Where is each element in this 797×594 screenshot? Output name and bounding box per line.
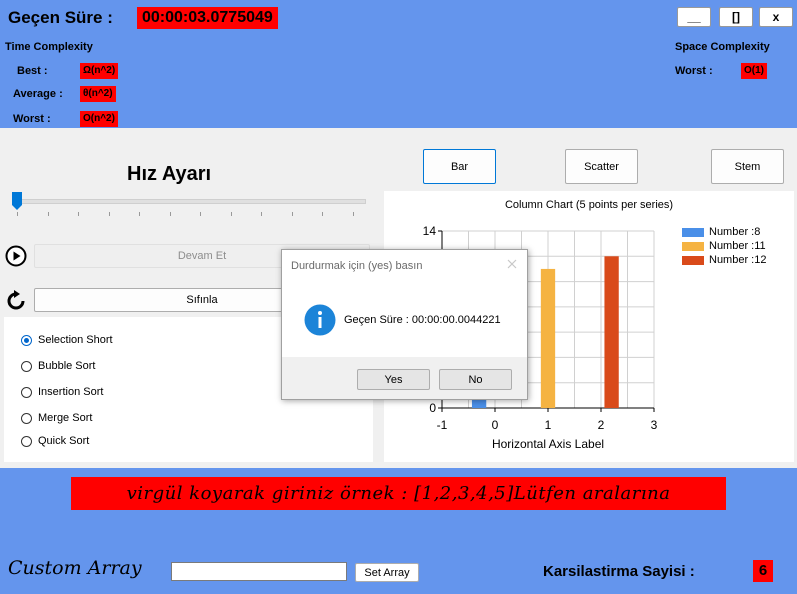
- speed-slider[interactable]: [12, 192, 366, 218]
- x-tick-label: -1: [437, 418, 448, 432]
- stop-dialog: Durdurmak için (yes) basın Geçen Süre : …: [281, 249, 528, 400]
- dialog-title: Durdurmak için (yes) basın: [291, 260, 423, 272]
- legend-swatch: [682, 241, 704, 251]
- worst-case-value: O(n^2): [80, 111, 118, 127]
- legend-item: Number :11: [682, 240, 766, 252]
- legend-label: Number :12: [709, 254, 767, 266]
- slider-tick: [291, 212, 293, 216]
- close-button[interactable]: x: [759, 7, 793, 27]
- info-icon: [304, 304, 336, 336]
- algorithm-label: Bubble Sort: [38, 360, 96, 372]
- set-array-button[interactable]: Set Array: [355, 563, 419, 582]
- x-tick-label: 3: [651, 418, 658, 432]
- comparisons-value: 6: [753, 560, 773, 582]
- algorithm-label: Selection Short: [38, 334, 113, 346]
- legend-swatch: [682, 227, 704, 237]
- time-complexity-title: Time Complexity: [5, 41, 93, 53]
- elapsed-time-label: Geçen Süre :: [8, 8, 113, 27]
- algorithm-option[interactable]: Insertion Sort: [21, 386, 103, 398]
- algorithm-option[interactable]: Bubble Sort: [21, 360, 95, 372]
- x-tick-label: 1: [545, 418, 552, 432]
- dialog-message: Geçen Süre : 00:00:00.0044221: [344, 314, 501, 326]
- algorithm-option[interactable]: Selection Short: [21, 334, 113, 346]
- y-tick-label: 0: [429, 401, 436, 415]
- comparisons-label: Karsilastirma Sayisi :: [543, 563, 695, 580]
- radio-button[interactable]: [21, 435, 32, 447]
- custom-array-input[interactable]: [171, 562, 347, 581]
- legend-item: Number :12: [682, 254, 766, 266]
- worst-case-label: Worst :: [13, 113, 51, 125]
- algorithm-option[interactable]: Merge Sort: [21, 412, 92, 424]
- slider-thumb[interactable]: [12, 192, 22, 210]
- dialog-no-button[interactable]: No: [439, 369, 512, 390]
- algorithm-label: Insertion Sort: [38, 386, 104, 398]
- slider-tick: [169, 212, 171, 216]
- space-worst-value: O(1): [741, 63, 767, 79]
- average-case-label: Average :: [13, 88, 63, 100]
- slider-tick: [322, 212, 323, 216]
- average-case-value: θ(n^2): [80, 86, 116, 102]
- slider-tick: [47, 212, 49, 216]
- speed-title: Hız Ayarı: [127, 163, 212, 185]
- minimize-button[interactable]: __: [677, 7, 711, 27]
- algorithm-label: Quick Sort: [38, 435, 90, 447]
- slider-tick: [78, 212, 79, 216]
- x-tick-label: 0: [492, 418, 499, 432]
- bar-chart-button[interactable]: Bar: [423, 149, 496, 184]
- reset-icon[interactable]: [4, 289, 28, 313]
- dialog-close-icon[interactable]: [504, 256, 520, 272]
- legend-item: Number :8: [682, 226, 760, 238]
- chart-x-axis-label: Horizontal Axis Label: [491, 437, 605, 451]
- slider-tick: [352, 212, 354, 216]
- stem-chart-button[interactable]: Stem: [711, 149, 784, 184]
- slider-tick: [200, 212, 201, 216]
- radio-button[interactable]: [21, 360, 32, 372]
- slider-tick: [108, 212, 110, 216]
- radio-button[interactable]: [21, 334, 32, 346]
- slider-tick: [230, 212, 232, 216]
- x-tick-label: 2: [598, 418, 605, 432]
- slider-tick: [17, 212, 18, 216]
- maximize-button[interactable]: []: [719, 7, 753, 27]
- space-worst-label: Worst :: [675, 65, 713, 77]
- radio-button[interactable]: [21, 412, 32, 424]
- chart-bar: [604, 256, 619, 408]
- best-case-value: Ω(n^2): [80, 63, 119, 79]
- elapsed-time-value: 00:00:03.0775049: [137, 7, 278, 29]
- best-case-label: Best :: [17, 65, 48, 77]
- slider-track: [12, 199, 366, 204]
- chart-bar: [540, 268, 556, 408]
- input-hint-banner: virgül koyarak giriniz örnek : [1,2,3,4,…: [71, 477, 726, 510]
- legend-swatch: [682, 255, 704, 265]
- algorithm-option[interactable]: Quick Sort: [21, 435, 89, 447]
- legend-label: Number :8: [709, 226, 761, 238]
- scatter-chart-button[interactable]: Scatter: [565, 149, 638, 184]
- y-tick-label: 14: [423, 224, 437, 238]
- slider-tick: [139, 212, 140, 216]
- play-icon[interactable]: [5, 245, 27, 267]
- space-complexity-title: Space Complexity: [675, 41, 770, 53]
- legend-label: Number :11: [709, 240, 766, 252]
- custom-array-label: Custom Array: [8, 557, 142, 579]
- algorithm-label: Merge Sort: [38, 412, 93, 424]
- slider-tick: [261, 212, 262, 216]
- radio-button[interactable]: [21, 386, 32, 398]
- dialog-yes-button[interactable]: Yes: [357, 369, 430, 390]
